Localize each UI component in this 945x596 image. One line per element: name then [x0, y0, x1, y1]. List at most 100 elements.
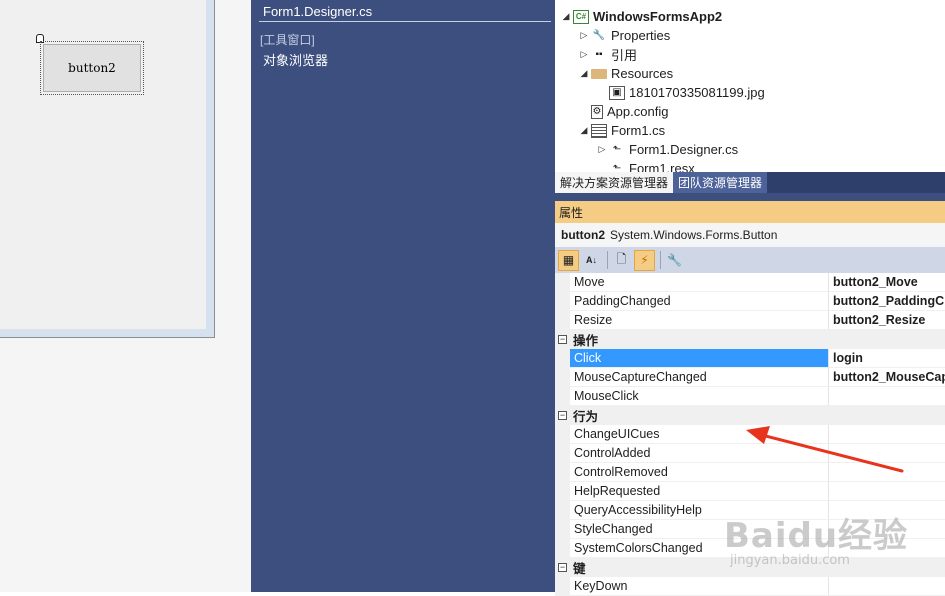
tab-team-explorer[interactable]: 团队资源管理器 — [673, 172, 768, 193]
row-gutter — [555, 273, 570, 292]
row-gutter — [555, 368, 570, 387]
tool-window-group-label: [工具窗口] — [260, 33, 315, 47]
row-gutter — [555, 501, 570, 520]
events-button[interactable]: ⚡ — [634, 249, 655, 271]
object-name: button2 — [561, 228, 605, 242]
tree-item[interactable]: ◢ Resources — [577, 64, 674, 83]
cs-file-icon: ⬑ — [612, 144, 622, 155]
category-label: 操作 — [573, 334, 599, 348]
event-handler-value[interactable]: button2_PaddingC — [828, 292, 945, 311]
expanded-arrow-icon[interactable]: ◢ — [559, 11, 573, 22]
tree-item[interactable]: ▷ 🔧 Properties — [577, 26, 671, 45]
tree-item[interactable]: ▷ ▪▪ 引用 — [577, 45, 637, 64]
tree-item[interactable]: ▷ ⬑ Form1.Designer.cs — [595, 140, 739, 159]
expanded-arrow-icon[interactable]: ◢ — [577, 68, 591, 79]
event-row[interactable]: Resize button2_Resize — [555, 311, 945, 330]
row-gutter — [555, 311, 570, 330]
alphabetical-icon: A↓ — [586, 255, 597, 265]
tree-item[interactable]: ⚙ App.config — [577, 102, 668, 121]
property-pages-wrench-icon: 🔧 — [667, 253, 682, 267]
row-gutter — [555, 425, 570, 444]
event-name[interactable]: Resize — [570, 311, 828, 330]
tree-item-label: Resources — [611, 66, 674, 81]
category-row[interactable]: − 操作 — [555, 330, 945, 349]
button2-control[interactable]: button2 — [43, 44, 141, 92]
event-row[interactable]: Move button2_Move — [555, 273, 945, 292]
event-handler-value[interactable]: button2_Resize — [828, 311, 945, 330]
form-designer-surface[interactable]: button2 — [0, 0, 251, 592]
event-name[interactable]: Click — [570, 349, 828, 368]
event-handler-value[interactable] — [828, 387, 945, 406]
collapsed-arrow-icon[interactable]: ▷ — [577, 49, 591, 60]
collapse-icon[interactable]: − — [558, 563, 567, 572]
property-pages-button[interactable]: 🔧 — [664, 250, 685, 271]
folder-icon — [591, 68, 607, 79]
event-name[interactable]: MouseCaptureChanged — [570, 368, 828, 387]
event-name[interactable]: HelpRequested — [570, 482, 828, 501]
row-gutter — [555, 349, 570, 368]
solution-explorer: ◢ C# WindowsFormsApp2 ▷ 🔧 Properties ▷ ▪▪ 引用 ◢ Res… — [555, 0, 945, 193]
object-browser-item[interactable]: 对象浏览器 — [263, 50, 328, 69]
config-file-icon: ⚙ — [591, 104, 603, 119]
form-icon — [591, 123, 607, 138]
button2-label: button2 — [68, 61, 116, 75]
properties-page-button[interactable]: 🗋 — [611, 250, 632, 271]
properties-title: 属性 — [559, 205, 584, 220]
event-row[interactable]: HelpRequested — [555, 482, 945, 501]
event-name[interactable]: Move — [570, 273, 828, 292]
tree-item[interactable]: ◢ C# WindowsFormsApp2 — [559, 7, 723, 26]
watermark-logo: Baidu经验 — [724, 516, 909, 556]
toolbar-separator — [660, 251, 661, 269]
csharp-project-icon: C# — [573, 9, 589, 24]
event-handler-value[interactable] — [828, 482, 945, 501]
category-row[interactable]: − 行为 — [555, 406, 945, 425]
event-handler-value[interactable]: login — [828, 349, 945, 368]
tree-item-label: Form1.Designer.cs — [629, 142, 739, 157]
tool-window-panel: Form1.Designer.cs [工具窗口] 对象浏览器 — [251, 0, 555, 592]
tree-item-label: WindowsFormsApp2 — [593, 9, 723, 24]
row-gutter — [555, 539, 570, 558]
toolbar-separator — [607, 251, 608, 269]
collapse-icon[interactable]: − — [558, 411, 567, 420]
category-label: 键 — [573, 562, 586, 576]
event-name[interactable]: PaddingChanged — [570, 292, 828, 311]
solution-explorer-tabs: 解决方案资源管理器 团队资源管理器 — [555, 172, 945, 193]
collapsed-arrow-icon[interactable]: ▷ — [595, 144, 609, 155]
object-type: System.Windows.Forms.Button — [610, 228, 778, 242]
baidu-watermark: Baidu经验 jingyan.baidu.com — [724, 508, 924, 588]
open-file-item[interactable]: Form1.Designer.cs — [263, 4, 372, 19]
event-row[interactable]: Click login — [555, 349, 945, 368]
object-selector[interactable]: button2 System.Windows.Forms.Button — [555, 223, 945, 247]
properties-page-icon: 🗋 — [616, 251, 627, 266]
row-gutter — [555, 482, 570, 501]
category-label: 行为 — [573, 410, 599, 424]
events-lightning-icon: ⚡ — [640, 253, 649, 267]
properties-toolbar: ▦ A↓ 🗋 ⚡ 🔧 — [555, 247, 945, 273]
row-gutter — [555, 387, 570, 406]
expanded-arrow-icon[interactable]: ◢ — [577, 125, 591, 136]
tree-item-label: 1810170335081199.jpg — [629, 85, 765, 100]
panel-divider — [555, 193, 945, 201]
image-file-icon: ▣ — [609, 85, 625, 100]
tree-item[interactable]: ▣ 1810170335081199.jpg — [595, 83, 765, 102]
event-row[interactable]: MouseClick — [555, 387, 945, 406]
tree-item-label: App.config — [607, 104, 669, 119]
event-name[interactable]: MouseClick — [570, 387, 828, 406]
annotation-arrow-icon — [746, 426, 904, 473]
row-gutter — [555, 520, 570, 539]
wrench-icon: 🔧 — [592, 30, 606, 41]
alphabetical-button[interactable]: A↓ — [581, 250, 602, 271]
tree-item[interactable]: ◢ Form1.cs — [577, 121, 666, 140]
event-row[interactable]: PaddingChanged button2_PaddingC — [555, 292, 945, 311]
event-row[interactable]: MouseCaptureChanged button2_MouseCap — [555, 368, 945, 387]
collapsed-arrow-icon[interactable]: ▷ — [577, 30, 591, 41]
event-handler-value[interactable]: button2_Move — [828, 273, 945, 292]
row-gutter — [555, 444, 570, 463]
categorized-button[interactable]: ▦ — [558, 249, 579, 271]
row-gutter — [555, 577, 570, 596]
tab-solution-explorer[interactable]: 解决方案资源管理器 — [555, 172, 674, 193]
collapse-icon[interactable]: − — [558, 335, 567, 344]
event-handler-value[interactable]: button2_MouseCap — [828, 368, 945, 387]
properties-title-bar: 属性 — [555, 201, 945, 223]
row-gutter — [555, 463, 570, 482]
